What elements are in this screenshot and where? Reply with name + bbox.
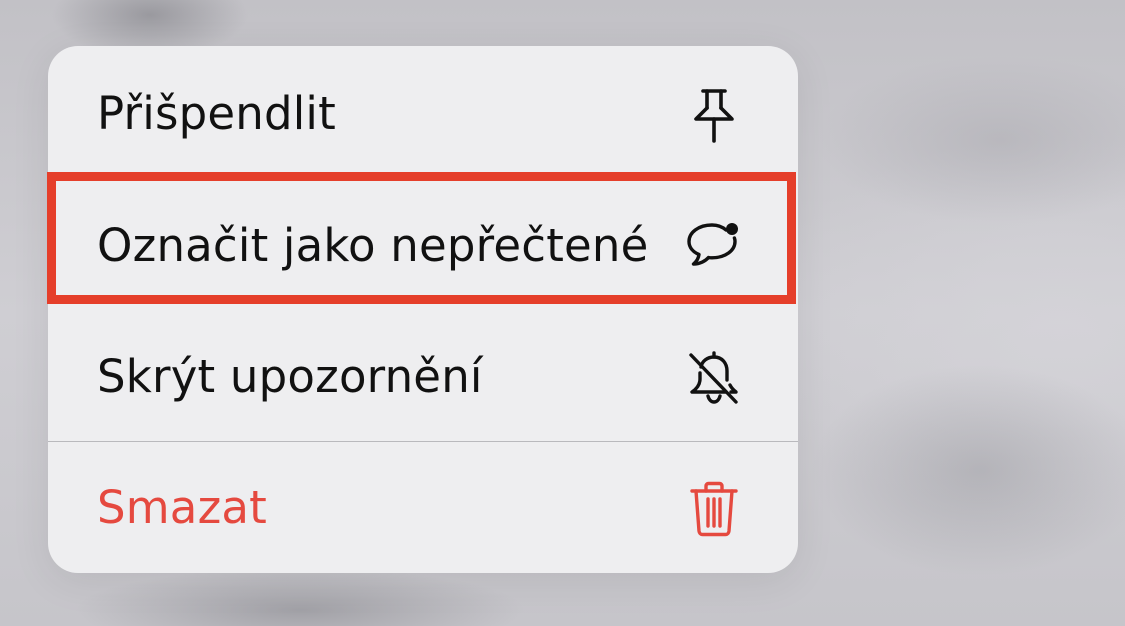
context-menu: Přišpendlit Označit jako nepřečtené Skrý… — [48, 46, 798, 573]
menu-item-mark-unread[interactable]: Označit jako nepřečtené — [48, 180, 798, 311]
trash-icon — [682, 476, 746, 540]
menu-item-delete[interactable]: Smazat — [48, 442, 798, 573]
menu-item-pin[interactable]: Přišpendlit — [48, 46, 798, 180]
menu-item-label: Přišpendlit — [97, 86, 336, 140]
menu-item-label: Označit jako nepřečtené — [97, 219, 649, 272]
menu-item-hide-alerts[interactable]: Skrýt upozornění — [48, 311, 798, 442]
pin-icon — [682, 81, 746, 145]
menu-item-label: Smazat — [97, 481, 268, 534]
bell-slash-icon — [682, 345, 746, 409]
unread-bubble-icon — [682, 214, 746, 278]
menu-item-label: Skrýt upozornění — [97, 350, 483, 403]
